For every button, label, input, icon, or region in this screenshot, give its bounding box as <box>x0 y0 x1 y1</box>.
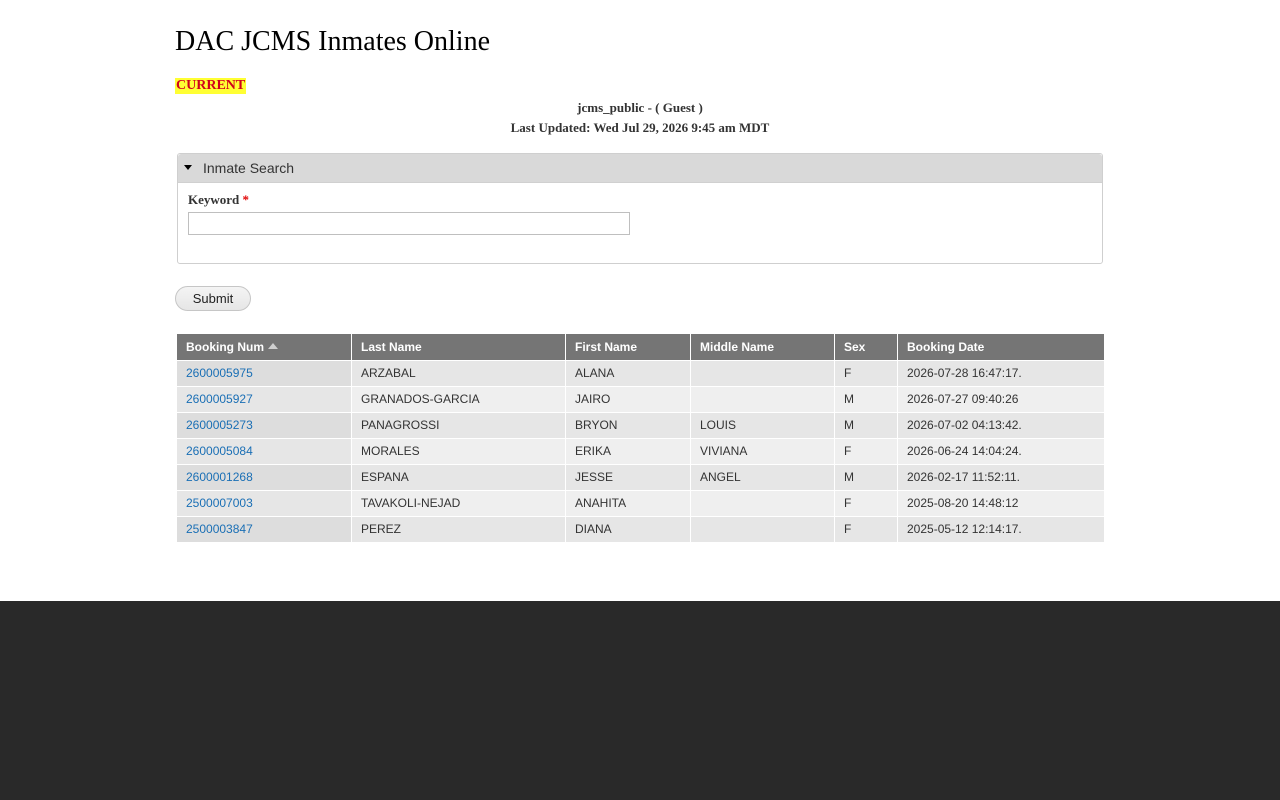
inmate-search-fieldset: Inmate Search Keyword * <box>177 153 1103 264</box>
middle-name-cell <box>690 359 835 387</box>
first-name-cell: ERIKA <box>565 437 691 465</box>
table-row: 2600005975 ARZABAL ALANA F 2026-07-28 16… <box>176 359 1105 387</box>
table-row: 2500007003 TAVAKOLI-NEJAD ANAHITA F 2025… <box>176 489 1105 517</box>
booking-num-link[interactable]: 2600005927 <box>186 392 253 406</box>
table-row: 2600005084 MORALES ERIKA VIVIANA F 2026-… <box>176 437 1105 465</box>
booking-date-cell: 2025-08-20 14:48:12 <box>897 489 1105 517</box>
last-name-cell: PANAGROSSI <box>351 411 566 439</box>
sex-cell: M <box>834 463 898 491</box>
column-header-label[interactable]: Booking Num <box>186 340 264 354</box>
column-header-middle-name[interactable]: Middle Name <box>690 334 835 361</box>
current-user: jcms_public - ( Guest ) <box>577 100 703 115</box>
column-header-label[interactable]: Middle Name <box>700 340 774 354</box>
column-header-label[interactable]: First Name <box>575 340 637 354</box>
last-updated: Last Updated: Wed Jul 29, 2026 9:45 am M… <box>510 120 770 135</box>
booking-num-cell: 2600005975 <box>176 359 352 387</box>
keyword-label: Keyword * <box>188 192 249 208</box>
first-name-cell: BRYON <box>565 411 691 439</box>
booking-num-link[interactable]: 2500007003 <box>186 496 253 510</box>
sex-cell: M <box>834 411 898 439</box>
last-name-cell: GRANADOS-GARCIA <box>351 385 566 413</box>
middle-name-cell <box>690 489 835 517</box>
column-header-sex[interactable]: Sex <box>834 334 898 361</box>
column-header-last-name[interactable]: Last Name <box>351 334 566 361</box>
column-header-label[interactable]: Last Name <box>361 340 422 354</box>
booking-num-link[interactable]: 2600001268 <box>186 470 253 484</box>
page-footer <box>0 601 1280 800</box>
sort-ascending-icon <box>268 342 278 349</box>
sex-cell: M <box>834 385 898 413</box>
column-header-booking-date[interactable]: Booking Date <box>897 334 1105 361</box>
inmate-results-table: Booking Num Last Name First Name Middle … <box>176 334 1105 543</box>
first-name-cell: JAIRO <box>565 385 691 413</box>
keyword-input[interactable] <box>188 212 630 235</box>
status-badge: CURRENT <box>175 78 247 94</box>
sex-cell: F <box>834 489 898 517</box>
first-name-cell: ALANA <box>565 359 691 387</box>
booking-num-cell: 2600005927 <box>176 385 352 413</box>
column-header-first-name[interactable]: First Name <box>565 334 691 361</box>
booking-num-link[interactable]: 2600005084 <box>186 444 253 458</box>
booking-date-cell: 2026-06-24 14:04:24. <box>897 437 1105 465</box>
booking-num-cell: 2500003847 <box>176 515 352 543</box>
sex-cell: F <box>834 515 898 543</box>
inmate-search-legend[interactable]: Inmate Search <box>178 154 1102 183</box>
booking-date-cell: 2026-07-27 09:40:26 <box>897 385 1105 413</box>
last-name-cell: MORALES <box>351 437 566 465</box>
required-mark: * <box>242 192 250 207</box>
inmate-search-legend-label[interactable]: Inmate Search <box>203 160 294 176</box>
booking-num-cell: 2600005273 <box>176 411 352 439</box>
middle-name-cell: VIVIANA <box>690 437 835 465</box>
last-name-cell: TAVAKOLI-NEJAD <box>351 489 566 517</box>
column-header-label[interactable]: Sex <box>844 340 865 354</box>
last-name-cell: ESPANA <box>351 463 566 491</box>
booking-num-cell: 2500007003 <box>176 489 352 517</box>
table-row: 2500003847 PEREZ DIANA F 2025-05-12 12:1… <box>176 515 1105 543</box>
booking-date-cell: 2026-07-28 16:47:17. <box>897 359 1105 387</box>
booking-num-cell: 2600001268 <box>176 463 352 491</box>
table-row: 2600001268 ESPANA JESSE ANGEL M 2026-02-… <box>176 463 1105 491</box>
booking-date-cell: 2026-07-02 04:13:42. <box>897 411 1105 439</box>
middle-name-cell <box>690 515 835 543</box>
sort-link-booking-num[interactable]: Booking Num <box>186 340 278 354</box>
table-row: 2600005927 GRANADOS-GARCIA JAIRO M 2026-… <box>176 385 1105 413</box>
first-name-cell: ANAHITA <box>565 489 691 517</box>
first-name-cell: DIANA <box>565 515 691 543</box>
sex-cell: F <box>834 359 898 387</box>
table-row: 2600005273 PANAGROSSI BRYON LOUIS M 2026… <box>176 411 1105 439</box>
booking-date-cell: 2026-02-17 11:52:11. <box>897 463 1105 491</box>
first-name-cell: JESSE <box>565 463 691 491</box>
middle-name-cell: LOUIS <box>690 411 835 439</box>
submit-button[interactable]: Submit <box>175 286 251 311</box>
column-header-booking-num[interactable]: Booking Num <box>176 334 352 361</box>
last-name-cell: PEREZ <box>351 515 566 543</box>
sex-cell: F <box>834 437 898 465</box>
middle-name-cell <box>690 385 835 413</box>
booking-num-link[interactable]: 2500003847 <box>186 522 253 536</box>
page: DAC JCMS Inmates Online CURRENT jcms_pub… <box>0 0 1280 800</box>
caret-down-icon[interactable] <box>184 165 192 170</box>
last-name-cell: ARZABAL <box>351 359 566 387</box>
booking-num-cell: 2600005084 <box>176 437 352 465</box>
column-header-label[interactable]: Booking Date <box>907 340 984 354</box>
page-title: DAC JCMS Inmates Online <box>175 26 490 57</box>
booking-num-link[interactable]: 2600005975 <box>186 366 253 380</box>
keyword-label-text: Keyword <box>188 192 240 207</box>
middle-name-cell: ANGEL <box>690 463 835 491</box>
booking-date-cell: 2025-05-12 12:14:17. <box>897 515 1105 543</box>
table-header-row: Booking Num Last Name First Name Middle … <box>176 334 1105 361</box>
booking-num-link[interactable]: 2600005273 <box>186 418 253 432</box>
